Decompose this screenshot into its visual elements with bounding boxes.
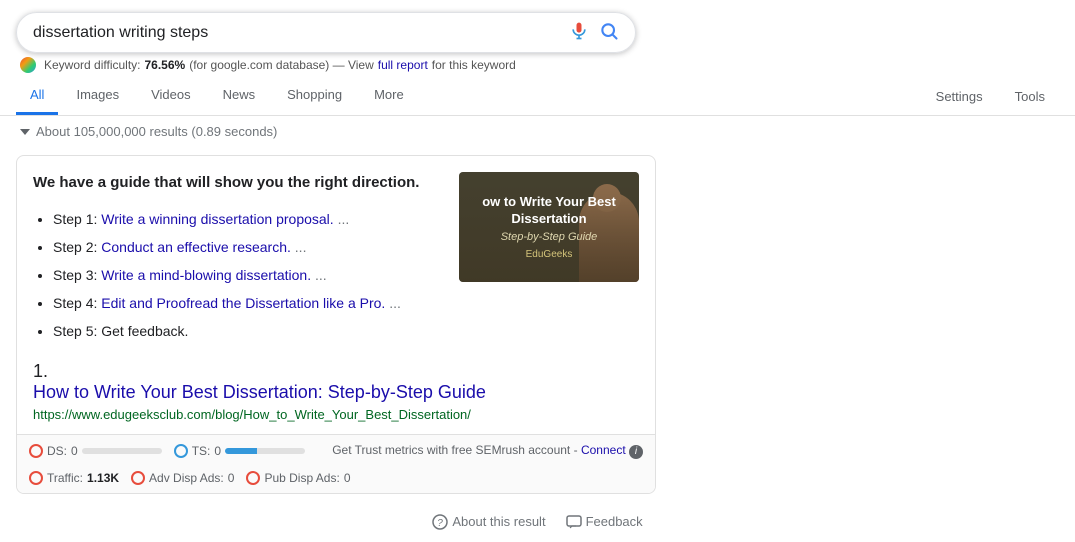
adv-metric: Adv Disp Ads: 0 [131,471,234,485]
step-4: Step 4: Edit and Proofread the Dissertat… [53,289,443,317]
ts-bar [225,448,305,454]
semrush-text: Get Trust metrics with free SEMrush acco… [332,443,643,459]
traffic-circle-icon [29,471,43,485]
step-3-label: Step 3: [53,267,101,283]
search-submit-icon[interactable] [599,21,619,44]
tab-more[interactable]: More [360,77,418,115]
results-count: About 105,000,000 results (0.89 seconds) [0,116,1075,147]
ts-circle-icon [174,444,188,458]
ds-value: 0 [71,444,78,458]
full-report-link[interactable]: full report [378,58,428,72]
result-guide-title: We have a guide that will show you the r… [33,172,443,193]
ts-metric: TS: 0 [174,444,305,458]
search-bar-container [0,0,1075,53]
thumbnail-sub-line: Step-by-Step Guide [467,231,631,243]
traffic-label: Traffic: [47,471,83,485]
thumbnail-text: ow to Write Your Best Dissertation Step-… [459,186,639,269]
step-4-link[interactable]: Edit and Proofread the Dissertation like… [101,295,385,311]
info-icon[interactable]: i [629,445,643,459]
pub-metric: Pub Disp Ads: 0 [246,471,350,485]
keyword-badge-icon [20,57,36,73]
pub-circle-icon [246,471,260,485]
step-5-label: Step 5: Get feedback. [53,323,188,339]
result-url: https://www.edugeeksclub.com/blog/How_to… [33,407,639,422]
step-3-link[interactable]: Write a mind-blowing dissertation. [101,267,311,283]
adv-value: 0 [228,471,235,485]
adv-circle-icon [131,471,145,485]
tab-news[interactable]: News [209,77,270,115]
mic-icon[interactable] [569,21,589,44]
keyword-suffix: (for google.com database) — View [189,58,374,72]
tools-link[interactable]: Tools [1001,79,1059,114]
pub-label: Pub Disp Ads: [264,471,339,485]
thumbnail-brand: EduGeeks [467,249,631,260]
step-3: Step 3: Write a mind-blowing dissertatio… [53,261,443,289]
tab-shopping[interactable]: Shopping [273,77,356,115]
svg-text:?: ? [438,518,444,529]
tab-videos[interactable]: Videos [137,77,205,115]
ts-value: 0 [214,444,221,458]
step-1-label: Step 1: [53,211,101,227]
result-main-link[interactable]: How to Write Your Best Dissertation: Ste… [33,382,639,403]
result-card: We have a guide that will show you the r… [16,155,656,494]
step-5: Step 5: Get feedback. [53,317,443,345]
settings-link[interactable]: Settings [922,79,997,114]
traffic-metric: Traffic: 1.13K [29,471,119,485]
ts-label: TS: [192,444,211,458]
search-input[interactable] [33,24,559,42]
step-1: Step 1: Write a winning dissertation pro… [53,205,443,233]
ds-circle-icon [29,444,43,458]
keyword-bar: Keyword difficulty: 76.56% (for google.c… [0,53,1075,77]
result-body: We have a guide that will show you the r… [17,156,655,361]
keyword-percent: 76.56% [145,58,186,72]
ds-label: DS: [47,444,67,458]
ds-metric: DS: 0 [29,444,162,458]
result-link-section: 1. How to Write Your Best Dissertation: … [17,361,655,434]
nav-tabs: All Images Videos News Shopping More Set… [0,77,1075,116]
step-1-link[interactable]: Write a winning dissertation proposal. [101,211,333,227]
adv-label: Adv Disp Ads: [149,471,224,485]
search-box [16,12,636,53]
traffic-value: 1.13K [87,471,119,485]
keyword-prefix: Keyword difficulty: [44,58,141,72]
tab-all[interactable]: All [16,77,58,115]
result-steps-list: Step 1: Write a winning dissertation pro… [33,205,443,345]
semrush-connect-link[interactable]: Connect [581,443,626,457]
thumbnail-main-line: ow to Write Your Best Dissertation [467,194,631,228]
result-thumbnail[interactable]: ow to Write Your Best Dissertation Step-… [459,172,639,282]
ds-bar [82,448,162,454]
step-4-label: Step 4: [53,295,101,311]
results-count-text: About 105,000,000 results (0.89 seconds) [36,124,277,139]
result-text: We have a guide that will show you the r… [33,172,443,345]
keyword-link-suffix: for this keyword [432,58,516,72]
result-number: 1. [33,361,48,381]
metrics-bar-row2: Traffic: 1.13K Adv Disp Ads: 0 Pub Disp … [17,467,655,493]
tab-images[interactable]: Images [62,77,133,115]
pub-value: 0 [344,471,351,485]
step-2: Step 2: Conduct an effective research. .… [53,233,443,261]
step-2-label: Step 2: [53,239,101,255]
filter-arrow-icon[interactable] [20,129,30,135]
metrics-bar: DS: 0 TS: 0 Get Trust metrics with free … [17,434,655,467]
step-2-link[interactable]: Conduct an effective research. [101,239,291,255]
